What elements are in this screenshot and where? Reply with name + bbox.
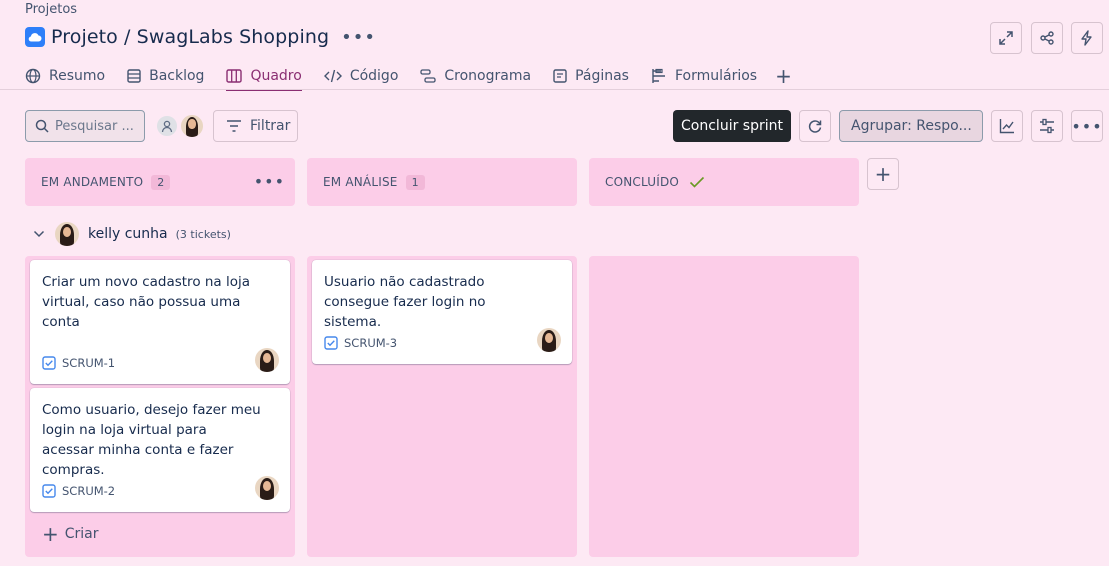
column-title: EM ANDAMENTO xyxy=(41,175,144,189)
column-count-badge: 2 xyxy=(151,174,171,190)
board-icon xyxy=(226,69,243,83)
more-icon: ••• xyxy=(1071,116,1103,136)
group-by-select[interactable]: Agrupar: Respo... xyxy=(839,110,983,142)
lightning-icon xyxy=(1081,30,1092,46)
tab-codigo[interactable]: Código xyxy=(323,62,399,90)
card-title: Usuario não cadastrado consegue fazer lo… xyxy=(324,274,486,330)
title-row: Projeto / SwagLabs Shopping ••• xyxy=(25,26,376,48)
expand-icon xyxy=(999,31,1013,45)
tab-resumo[interactable]: Resumo xyxy=(25,62,105,90)
add-column-button[interactable]: + xyxy=(867,158,899,190)
project-cloud-icon xyxy=(25,27,45,47)
column-header-in-review[interactable]: EM ANÁLISE 1 xyxy=(307,158,577,206)
tab-label: Cronograma xyxy=(444,68,532,84)
add-tab-icon[interactable]: + xyxy=(775,64,792,88)
tab-label: Quadro xyxy=(250,68,302,84)
card-footer: SCRUM-2 xyxy=(42,484,115,498)
refresh-icon xyxy=(808,120,822,133)
person-icon xyxy=(161,120,173,133)
view-settings-button[interactable] xyxy=(1031,110,1063,142)
task-checkbox-icon xyxy=(42,484,56,498)
search-box[interactable] xyxy=(25,110,145,142)
settings-sliders-icon xyxy=(1040,118,1054,134)
globe-icon xyxy=(25,68,41,84)
board-page: Projetos Projeto / SwagLabs Shopping •••… xyxy=(0,0,1109,566)
card-title: Como usuario, desejo fazer meu login na … xyxy=(42,402,261,478)
issue-card[interactable]: Criar um novo cadastro na loja virtual, … xyxy=(30,260,290,384)
swimlane-header[interactable]: kelly cunha (3 tickets) xyxy=(33,222,231,246)
assignee-avatar[interactable] xyxy=(255,476,279,500)
column-header-in-progress[interactable]: EM ANDAMENTO 2 ••• xyxy=(25,158,295,206)
page-icon xyxy=(553,69,567,83)
page-title: Projeto / SwagLabs Shopping xyxy=(51,26,330,48)
tab-paginas[interactable]: Páginas xyxy=(553,62,629,90)
column-body-done xyxy=(589,256,859,557)
code-icon xyxy=(323,69,342,83)
column-title: CONCLUÍDO xyxy=(605,175,680,189)
list-icon xyxy=(127,69,141,83)
filter-icon xyxy=(227,120,241,132)
project-tabs: Resumo Backlog Quadro Código Cronograma … xyxy=(25,62,792,91)
create-issue-button[interactable]: + Criar xyxy=(42,524,99,544)
tab-label: Código xyxy=(349,68,399,84)
form-icon xyxy=(652,68,665,83)
task-checkbox-icon xyxy=(42,356,56,370)
card-title: Criar um novo cadastro na loja virtual, … xyxy=(42,274,251,330)
search-icon xyxy=(35,119,49,133)
task-checkbox-icon xyxy=(324,336,338,350)
tab-label: Páginas xyxy=(575,68,629,84)
tab-backlog[interactable]: Backlog xyxy=(127,62,204,90)
more-options-icon[interactable]: ••• xyxy=(341,27,376,48)
avatar xyxy=(55,222,79,246)
chart-line-icon xyxy=(999,119,1014,134)
tab-quadro[interactable]: Quadro xyxy=(226,62,303,91)
tab-label: Formulários xyxy=(674,68,758,84)
filter-button[interactable]: Filtrar xyxy=(213,110,298,142)
issue-key[interactable]: SCRUM-3 xyxy=(344,336,397,350)
issue-card[interactable]: Como usuario, desejo fazer meu login na … xyxy=(30,388,290,512)
column-count-badge: 1 xyxy=(405,174,425,190)
filter-label: Filtrar xyxy=(250,118,291,134)
plus-icon: + xyxy=(42,522,59,546)
complete-sprint-button[interactable]: Concluir sprint xyxy=(673,110,791,142)
column-more-icon[interactable]: ••• xyxy=(254,172,285,191)
tabs-divider xyxy=(0,89,1109,90)
search-input[interactable] xyxy=(55,118,137,134)
refresh-button[interactable] xyxy=(799,110,831,142)
swimlane-count: (3 tickets) xyxy=(175,227,231,241)
tab-label: Backlog xyxy=(149,68,205,84)
chevron-down-icon xyxy=(33,230,45,238)
check-icon xyxy=(690,176,705,188)
more-actions-button[interactable]: ••• xyxy=(1071,110,1103,142)
issue-card[interactable]: Usuario não cadastrado consegue fazer lo… xyxy=(312,260,572,364)
automation-button[interactable] xyxy=(1071,22,1103,54)
breadcrumb[interactable]: Projetos xyxy=(25,2,77,17)
assignee-avatar[interactable] xyxy=(537,328,561,352)
tab-label: Resumo xyxy=(49,68,106,84)
timeline-icon xyxy=(420,69,437,83)
tab-formularios[interactable]: Formulários xyxy=(651,62,757,90)
share-button[interactable] xyxy=(1031,22,1063,54)
column-header-done[interactable]: CONCLUÍDO xyxy=(589,158,859,206)
insights-button[interactable] xyxy=(991,110,1023,142)
tab-cronograma[interactable]: Cronograma xyxy=(420,62,531,90)
share-icon xyxy=(1040,31,1054,45)
unassigned-avatar[interactable] xyxy=(155,114,179,138)
issue-key[interactable]: SCRUM-1 xyxy=(62,356,115,370)
create-label: Criar xyxy=(64,526,99,542)
assignee-avatar[interactable] xyxy=(255,348,279,372)
column-title: EM ANÁLISE xyxy=(323,175,398,189)
issue-key[interactable]: SCRUM-2 xyxy=(62,484,115,498)
swimlane-name: kelly cunha xyxy=(88,226,168,242)
card-footer: SCRUM-1 xyxy=(42,356,115,370)
card-footer: SCRUM-3 xyxy=(324,336,397,350)
user-avatar-filter[interactable] xyxy=(179,113,205,139)
fullscreen-button[interactable] xyxy=(990,22,1022,54)
